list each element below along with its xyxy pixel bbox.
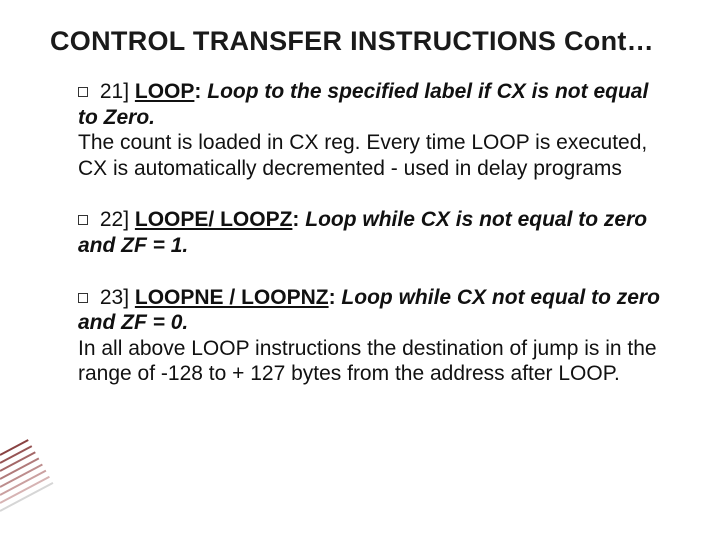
item-number: 21]	[100, 80, 129, 103]
decor-bar	[0, 464, 43, 488]
list-item: 22] LOOPE/ LOOPZ: Loop while CX is not e…	[78, 207, 662, 258]
square-bullet-icon	[78, 215, 88, 225]
decor-bar	[0, 470, 46, 496]
square-bullet-icon	[78, 87, 88, 97]
slide-title: CONTROL TRANSFER INSTRUCTIONS Cont…	[50, 26, 682, 57]
mnemonic: LOOPNE / LOOPNZ:	[135, 286, 336, 309]
slide: CONTROL TRANSFER INSTRUCTIONS Cont… 21] …	[0, 0, 720, 387]
decor-bar	[0, 445, 32, 464]
mnemonic: LOOP:	[135, 80, 202, 103]
decor-bar	[0, 457, 39, 479]
item-number: 22]	[100, 208, 129, 231]
instruction-list: 21] LOOP: Loop to the specified label if…	[50, 79, 682, 387]
item-explanation: In all above LOOP instructions the desti…	[78, 336, 662, 387]
decor-bar	[0, 451, 36, 472]
mnemonic: LOOPE/ LOOPZ:	[135, 208, 300, 231]
item-explanation: The count is loaded in CX reg. Every tim…	[78, 130, 662, 181]
corner-decoration	[0, 442, 60, 512]
decor-bar	[0, 439, 29, 456]
decor-bar	[0, 476, 50, 504]
square-bullet-icon	[78, 293, 88, 303]
decor-bar	[0, 482, 53, 512]
list-item: 21] LOOP: Loop to the specified label if…	[78, 79, 662, 181]
item-number: 23]	[100, 286, 129, 309]
list-item: 23] LOOPNE / LOOPNZ: Loop while CX not e…	[78, 285, 662, 387]
